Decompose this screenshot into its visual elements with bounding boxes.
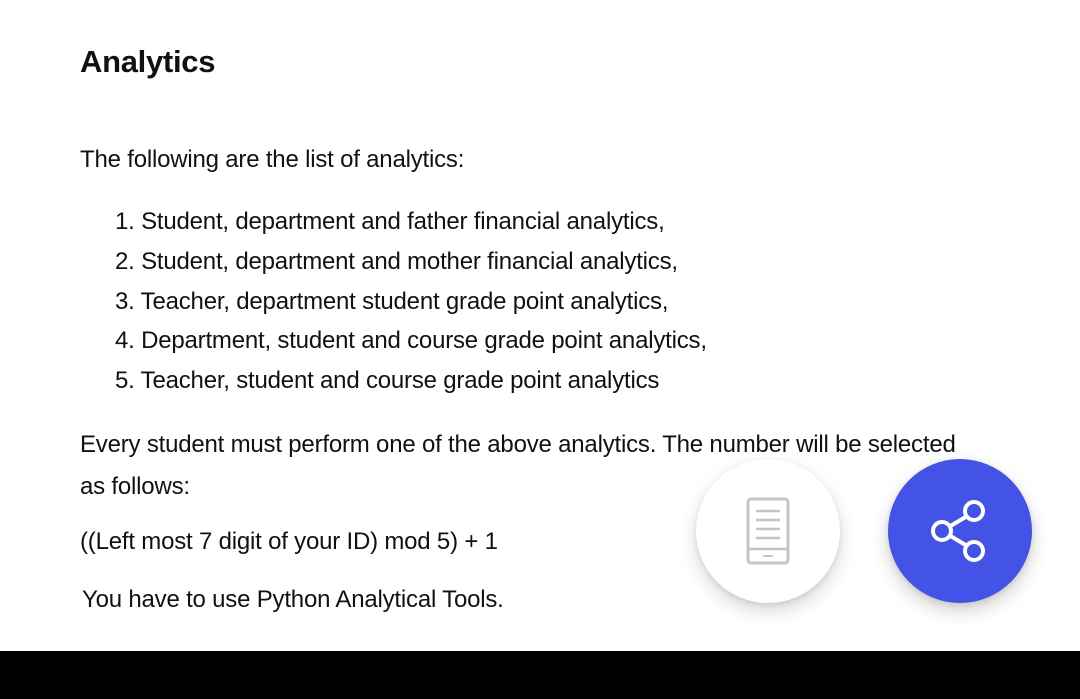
share-button[interactable]	[888, 459, 1032, 603]
list-item: 3. Teacher, department student grade poi…	[115, 287, 669, 315]
list-item: 5. Teacher, student and course grade poi…	[115, 367, 660, 395]
reader-mode-button[interactable]	[696, 459, 840, 603]
page-title: Analytics	[80, 44, 216, 79]
list-item: 4. Department, student and course grade …	[115, 327, 707, 355]
analytics-list: 1. Student, department and father financ…	[115, 206, 707, 405]
share-icon	[931, 500, 985, 562]
bottom-bar	[0, 651, 1080, 699]
intro-text: The following are the list of analytics:	[80, 146, 465, 173]
list-item: 1. Student, department and father financ…	[115, 208, 665, 235]
list-item: 2. Student, department and mother financ…	[115, 247, 678, 275]
reader-mode-icon	[746, 497, 790, 565]
selection-formula: ((Left most 7 digit of your ID) mod 5) +…	[80, 528, 498, 555]
tools-note: You have to use Python Analytical Tools.	[82, 586, 504, 613]
